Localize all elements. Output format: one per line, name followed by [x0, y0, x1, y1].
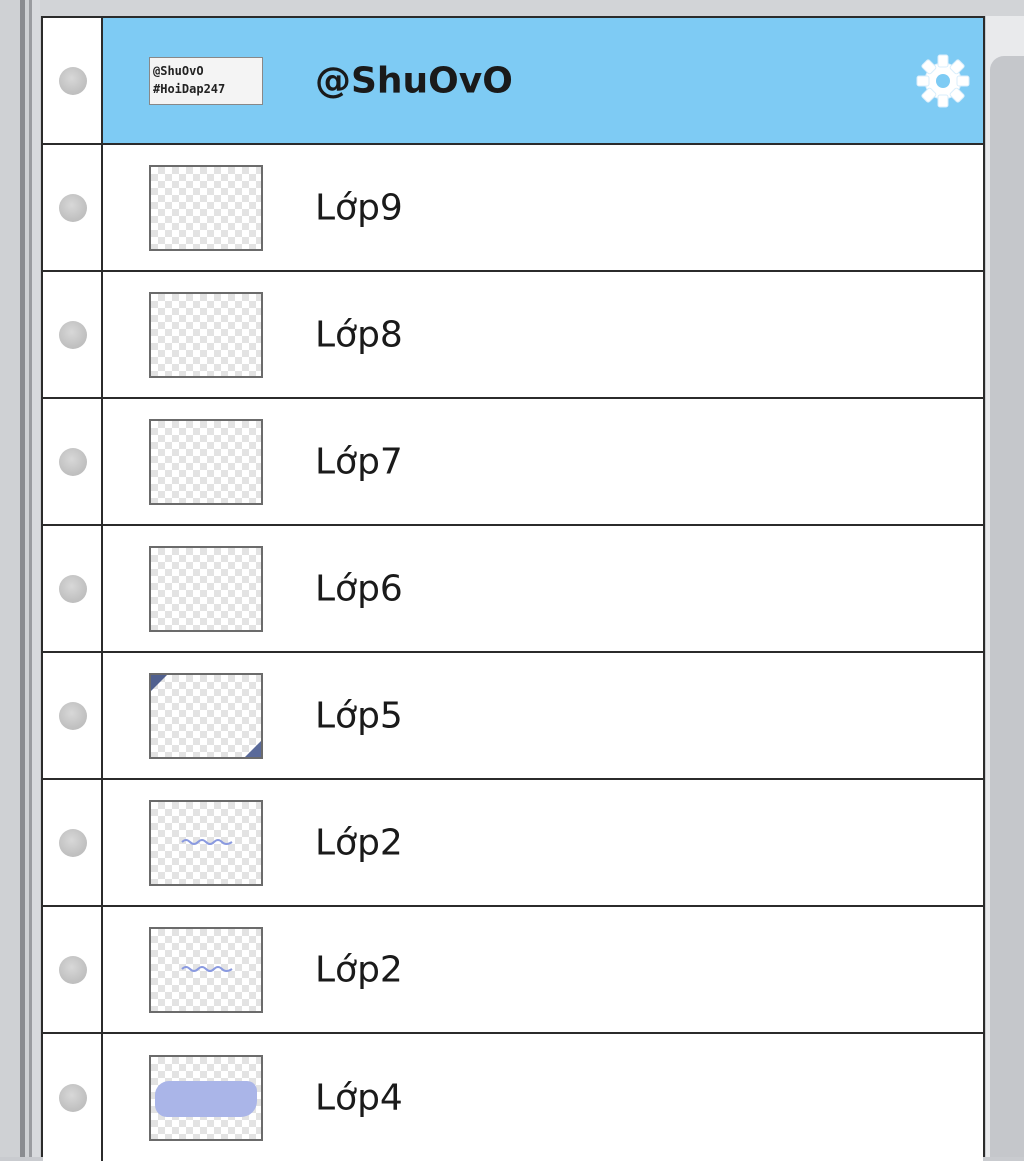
layer-content[interactable]: Lớp2: [103, 780, 983, 905]
visibility-cell[interactable]: [43, 526, 103, 651]
visibility-dot-icon[interactable]: [59, 701, 87, 730]
thumbnail-fill: [155, 1080, 257, 1117]
layer-row[interactable]: Lớp4: [43, 1034, 983, 1161]
visibility-dot-icon[interactable]: [59, 320, 87, 349]
layer-thumbnail: [149, 418, 263, 505]
layer-content[interactable]: Lớp7: [103, 399, 983, 524]
layer-name[interactable]: Lớp2: [315, 822, 403, 863]
visibility-cell[interactable]: [43, 272, 103, 397]
visibility-cell[interactable]: [43, 780, 103, 905]
visibility-dot-icon[interactable]: [59, 447, 87, 476]
layer-row[interactable]: @ShuOvO #HoiDap247 @ShuOvO: [43, 18, 983, 145]
frame-gap: [32, 0, 40, 1157]
layer-thumbnail: [149, 1054, 263, 1141]
thumbnail-mark: [245, 740, 261, 757]
layer-thumbnail: [149, 164, 263, 251]
visibility-cell[interactable]: [43, 653, 103, 778]
layer-thumbnail: @ShuOvO #HoiDap247: [149, 56, 263, 105]
layer-content[interactable]: Lớp8: [103, 272, 983, 397]
layer-name[interactable]: Lớp7: [315, 441, 403, 482]
visibility-dot-icon[interactable]: [59, 193, 87, 222]
thumbnail-stroke: [181, 965, 233, 972]
layer-row[interactable]: Lớp8: [43, 272, 983, 399]
layer-row[interactable]: Lớp9: [43, 145, 983, 272]
visibility-dot-icon[interactable]: [59, 1083, 87, 1112]
layer-name[interactable]: Lớp6: [315, 568, 403, 609]
thumbnail-stroke: [181, 838, 233, 845]
visibility-cell[interactable]: [43, 907, 103, 1032]
layer-name[interactable]: @ShuOvO: [315, 60, 513, 101]
layer-content[interactable]: Lớp2: [103, 907, 983, 1032]
thumbnail-text-line: @ShuOvO: [153, 63, 204, 78]
layer-content[interactable]: Lớp9: [103, 145, 983, 270]
panel-top-frame: [40, 0, 1024, 16]
frame-line: [20, 0, 25, 1157]
visibility-dot-icon[interactable]: [59, 955, 87, 984]
layer-thumbnail: [149, 926, 263, 1013]
gear-icon[interactable]: [913, 51, 973, 111]
layer-thumbnail: [149, 799, 263, 886]
panel-left-frame: [0, 0, 40, 1157]
visibility-dot-icon[interactable]: [59, 574, 87, 603]
visibility-cell[interactable]: [43, 1034, 103, 1161]
visibility-dot-icon[interactable]: [59, 828, 87, 857]
layer-content[interactable]: @ShuOvO #HoiDap247 @ShuOvO: [103, 18, 983, 143]
layer-row[interactable]: Lớp2: [43, 907, 983, 1034]
thumbnail-mark: [151, 674, 167, 691]
layer-content[interactable]: Lớp6: [103, 526, 983, 651]
layer-row[interactable]: Lớp6: [43, 526, 983, 653]
layer-row[interactable]: Lớp7: [43, 399, 983, 526]
layer-content[interactable]: Lớp5: [103, 653, 983, 778]
layer-thumbnail: [149, 672, 263, 759]
panel-right-frame: [986, 16, 1024, 1157]
layer-thumbnail: [149, 291, 263, 378]
thumbnail-text-line: #HoiDap247: [153, 81, 226, 96]
scrollbar[interactable]: [990, 56, 1024, 1157]
layer-name[interactable]: Lớp5: [315, 695, 403, 736]
layers-list: @ShuOvO #HoiDap247 @ShuOvO Lớp9 Lớp8 Lớp…: [41, 16, 985, 1161]
layer-name[interactable]: Lớp9: [315, 187, 403, 228]
layer-name[interactable]: Lớp8: [315, 314, 403, 355]
visibility-cell[interactable]: [43, 18, 103, 143]
layer-row[interactable]: Lớp5: [43, 653, 983, 780]
layer-name[interactable]: Lớp2: [315, 949, 403, 990]
layer-name[interactable]: Lớp4: [315, 1077, 403, 1118]
layer-content[interactable]: Lớp4: [103, 1034, 983, 1161]
visibility-cell[interactable]: [43, 399, 103, 524]
visibility-cell[interactable]: [43, 145, 103, 270]
layer-thumbnail: [149, 545, 263, 632]
layer-row[interactable]: Lớp2: [43, 780, 983, 907]
visibility-dot-icon[interactable]: [59, 66, 87, 95]
